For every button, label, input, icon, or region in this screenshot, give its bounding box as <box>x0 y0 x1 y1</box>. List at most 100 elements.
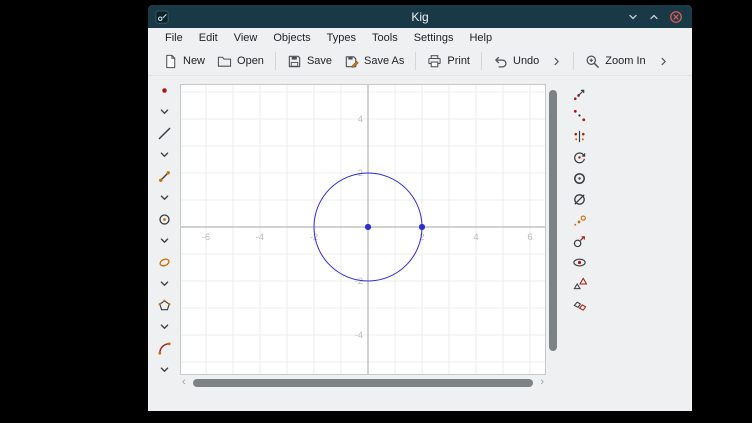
chevron-down-icon <box>159 278 170 289</box>
toolbar-separator <box>415 52 416 70</box>
transform-translate-button[interactable] <box>564 84 594 105</box>
menubar: FileEditViewObjectsTypesToolsSettingsHel… <box>148 28 692 47</box>
toolbar: New Open Save Save As Print Undo Zoom In <box>148 47 692 76</box>
projective-rotation-icon <box>572 234 587 249</box>
toolbar-separator <box>573 52 574 70</box>
toolbar-separator <box>275 52 276 70</box>
zoom-in-label: Zoom In <box>605 55 645 67</box>
arc-tool-icon <box>157 341 172 356</box>
point-object[interactable] <box>419 224 425 230</box>
x-axis-label: 4 <box>473 232 478 243</box>
tool-line-expander[interactable] <box>148 144 180 165</box>
transform-inversion-button[interactable] <box>564 168 594 189</box>
save-as-icon <box>344 54 359 69</box>
tool-segment-expander[interactable] <box>148 187 180 208</box>
tool-arc-button[interactable] <box>148 337 180 359</box>
transform-axial-symmetry-button[interactable] <box>564 126 594 147</box>
save-button[interactable]: Save <box>281 51 338 72</box>
tool-point-button[interactable] <box>148 79 180 101</box>
zoom-in-button[interactable]: Zoom In <box>579 51 651 72</box>
maximize-button[interactable] <box>648 11 660 23</box>
titlebar[interactable]: Kig <box>148 5 692 28</box>
horizontal-scrollbar[interactable]: ‹ › <box>180 377 546 389</box>
main-area: -6-4-224642-2-4 ‹ › <box>148 76 692 411</box>
transform-similarity-button[interactable] <box>564 273 594 294</box>
open-label: Open <box>237 55 264 67</box>
transform-rotation-button[interactable] <box>564 147 594 168</box>
chevron-down-icon <box>159 149 170 160</box>
chevron-down-icon <box>159 321 170 332</box>
transform-crossed-circle-button[interactable] <box>564 189 594 210</box>
app-icon <box>155 10 169 24</box>
undo-icon <box>493 54 508 69</box>
menu-view[interactable]: View <box>226 30 266 46</box>
chevron-down-icon <box>159 192 170 203</box>
chevron-right-icon <box>551 56 562 67</box>
scroll-left-arrow[interactable]: ‹ <box>182 376 186 388</box>
scroll-right-arrow[interactable]: › <box>540 376 544 388</box>
minimize-button[interactable] <box>627 11 639 23</box>
undo-button[interactable]: Undo <box>487 51 545 72</box>
tool-circle-button[interactable] <box>148 208 180 230</box>
scaling-icon <box>572 213 587 228</box>
menu-objects[interactable]: Objects <box>265 30 318 46</box>
central-symmetry-icon <box>572 108 587 123</box>
tool-point-expander[interactable] <box>148 101 180 122</box>
circle-tool-icon <box>157 212 172 227</box>
transform-polygon-transform-button[interactable] <box>564 294 594 315</box>
menu-types[interactable]: Types <box>319 30 364 46</box>
menu-settings[interactable]: Settings <box>406 30 462 46</box>
chevron-down-icon <box>159 364 170 375</box>
transform-test-button[interactable] <box>564 252 594 273</box>
transform-central-symmetry-button[interactable] <box>564 105 594 126</box>
tool-arc-expander[interactable] <box>148 359 180 380</box>
new-label: New <box>183 55 205 67</box>
inversion-icon <box>572 171 587 186</box>
left-toolbox <box>148 79 180 380</box>
x-axis-label: 6 <box>527 232 532 243</box>
tool-polygon-button[interactable] <box>148 294 180 316</box>
vertical-scrollbar[interactable] <box>547 84 559 375</box>
conic-tool-icon <box>157 255 172 270</box>
tool-circle-expander[interactable] <box>148 230 180 251</box>
y-axis-label: 4 <box>358 114 363 125</box>
point-object[interactable] <box>365 224 371 230</box>
tool-line-button[interactable] <box>148 122 180 144</box>
undo-label: Undo <box>513 55 539 67</box>
open-button[interactable]: Open <box>211 51 270 72</box>
menu-edit[interactable]: Edit <box>191 30 226 46</box>
tool-conic-expander[interactable] <box>148 273 180 294</box>
save-as-button[interactable]: Save As <box>338 51 410 72</box>
new-button[interactable]: New <box>157 51 211 72</box>
transform-projective-rotation-button[interactable] <box>564 231 594 252</box>
menu-tools[interactable]: Tools <box>364 30 406 46</box>
window-title: Kig <box>148 10 692 24</box>
translate-icon <box>572 87 587 102</box>
geometry-canvas[interactable]: -6-4-224642-2-4 <box>180 84 546 375</box>
chevron-down-icon <box>159 106 170 117</box>
crossed-circle-icon <box>572 192 587 207</box>
tool-conic-button[interactable] <box>148 251 180 273</box>
polygon-tool-icon <box>157 298 172 313</box>
line-tool-icon <box>157 126 172 141</box>
y-axis-label: -4 <box>355 330 363 341</box>
tool-segment-button[interactable] <box>148 165 180 187</box>
undo-expand-button[interactable] <box>545 53 568 70</box>
menu-help[interactable]: Help <box>461 30 500 46</box>
right-toolbox <box>564 84 594 315</box>
menu-file[interactable]: File <box>157 30 191 46</box>
print-button[interactable]: Print <box>421 51 476 72</box>
zoom-in-icon <box>585 54 600 69</box>
toolbar-separator <box>481 52 482 70</box>
zoom-expand-button[interactable] <box>652 53 675 70</box>
close-button[interactable] <box>669 10 683 24</box>
chevron-down-icon <box>159 235 170 246</box>
save-as-label: Save As <box>364 55 404 67</box>
print-icon <box>427 54 442 69</box>
rotation-icon <box>572 150 587 165</box>
transform-scaling-button[interactable] <box>564 210 594 231</box>
chevron-right-icon <box>658 56 669 67</box>
tool-polygon-expander[interactable] <box>148 316 180 337</box>
horizontal-scrollbar-thumb[interactable] <box>193 379 533 387</box>
vertical-scrollbar-thumb[interactable] <box>549 90 557 351</box>
